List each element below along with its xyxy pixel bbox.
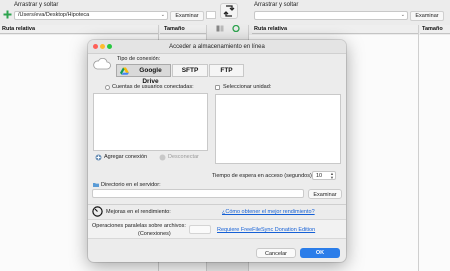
tab-google-drive[interactable]: Google Drive [116,64,171,85]
right-col-divider [418,25,419,271]
speedometer-icon [92,206,103,217]
select-unit-group: Seleccionar unidad: [214,84,342,170]
stepper-icon[interactable]: ▲ ▼ [330,172,334,180]
ok-button[interactable]: OK [300,248,340,258]
left-col-path[interactable]: Ruta relativa [0,25,158,34]
add-connection-button[interactable]: Agregar conexión [104,154,147,160]
tab-sftp[interactable]: SFTP [172,64,208,77]
server-browse-button[interactable]: Examinar [308,189,342,199]
performance-label: Mejoras en el rendimiento: [106,209,171,215]
server-dir-input[interactable] [92,189,304,198]
minimize-window-button[interactable] [100,44,105,49]
connection-type-label: Tipo de conexión: [117,56,161,62]
dialog-titlebar: Acceder a almacenamiento en línea [88,40,346,54]
parallel-ops-section: Operaciones paralelas sobre archivos: (C… [88,219,346,239]
right-drag-label: Arrastrar y soltar [254,2,299,8]
add-folder-pair-icon[interactable] [3,10,12,19]
select-unit-list[interactable] [215,94,341,164]
right-browse-button[interactable]: Examinar [410,11,444,21]
timeout-label: Tiempo de espera en acceso (segundos): [212,173,314,179]
disconnect-button[interactable]: Desconectar [168,154,199,160]
dialog-divider [88,204,346,205]
dialog-title: Acceder a almacenamiento en línea [169,44,265,50]
zoom-window-button[interactable] [107,44,112,49]
swap-sides-button[interactable] [220,3,238,19]
tab-ftp[interactable]: FTP [209,64,244,77]
performance-link[interactable]: ¿Cómo obtener el mejor rendimiento? [222,209,315,215]
timeout-input[interactable]: 10 ▲ ▼ [312,171,336,180]
left-path-text: /Users/eva/Desktop/Hipoteca [18,12,90,18]
center-strip [206,11,216,19]
center-action-icons [208,24,246,34]
connected-accounts-group: Cuentas de usuarios conectadas: Agregar … [92,84,210,170]
cloud-icon [93,57,111,70]
left-drag-label: Arrastrar y soltar [14,2,59,8]
chevron-down-icon: ⌄ [160,12,165,18]
parallel-ops-sub-label: (Conexiones) [138,231,171,237]
swap-icon [223,5,235,17]
left-browse-button[interactable]: Examinar [170,11,204,21]
add-connection-icon [95,154,102,161]
connected-users-list[interactable] [93,93,208,151]
parallel-ops-input [189,225,211,234]
chevron-down-icon: ⌄ [400,12,405,18]
timeout-value: 10 [316,173,323,179]
folder-icon [93,182,99,187]
right-path-input[interactable]: ⌄ [254,11,408,20]
left-col-size[interactable]: Tamaño [160,25,206,34]
select-unit-label: Seleccionar unidad: [223,84,272,90]
parallel-ops-label: Operaciones paralelas sobre archivos: [92,223,186,229]
cancel-button[interactable]: Cancelar [256,248,296,258]
sync-icon[interactable] [232,24,240,33]
server-dir-label: Directorio en el servidor: [101,182,161,188]
cloud-storage-dialog: Acceder a almacenamiento en línea Tipo d… [88,40,346,262]
donation-edition-link[interactable]: Requiere FreeFileSync Donation Edition [217,227,315,233]
select-unit-checkbox[interactable] [215,85,220,90]
compare-icon[interactable] [216,25,224,32]
disconnect-icon [159,154,166,161]
google-drive-icon [120,67,129,75]
connected-users-radio[interactable] [105,85,110,90]
right-col-size[interactable]: Tamaño [420,25,450,34]
connected-users-label: Cuentas de usuarios conectadas: [112,84,194,90]
right-col-path[interactable]: Ruta relativa [252,25,418,34]
close-window-button[interactable] [93,44,98,49]
left-path-input[interactable]: /Users/eva/Desktop/Hipoteca ⌄ [14,11,168,20]
